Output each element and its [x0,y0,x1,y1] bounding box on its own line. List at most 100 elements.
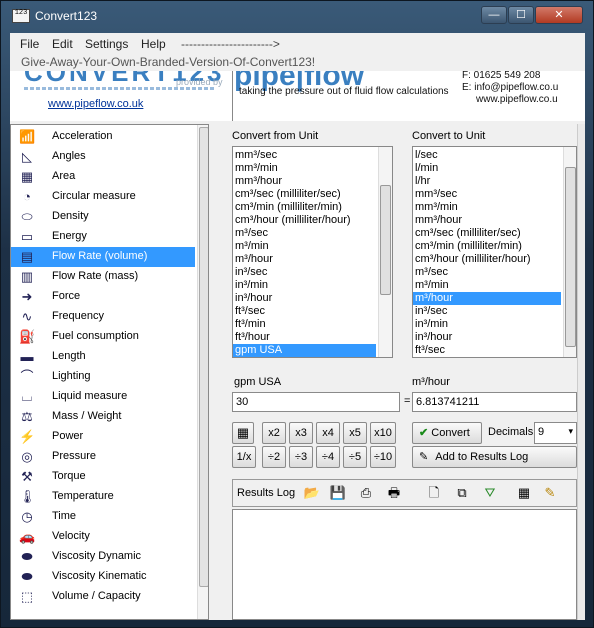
to-value-output[interactable]: 6.813741211 [412,392,577,412]
convert-button[interactable]: ✔ Convert [412,422,482,444]
decimals-select[interactable]: 9 ▾ [534,422,577,444]
multiply-button[interactable]: x10 [370,422,396,444]
menu-file[interactable]: File [20,37,39,51]
category-item[interactable]: ⬚ Volume / Capacity [11,587,195,607]
copy-icon[interactable]: ⧉ [451,483,473,503]
from-list-scroll-thumb[interactable] [380,185,391,295]
category-item[interactable]: ▤ Flow Rate (volume) [11,247,195,267]
unit-list-item[interactable]: cm³/sec (milliliter/sec) [413,227,561,240]
unit-list-item[interactable]: mm³/sec [413,188,561,201]
from-list-scrollbar[interactable] [378,147,392,357]
save-icon[interactable]: 💾 [327,483,349,503]
multiply-button[interactable]: x4 [316,422,340,444]
close-button[interactable]: ✕ [535,6,583,24]
category-item[interactable]: ▬ Length [11,347,195,367]
maximize-button[interactable]: ☐ [508,6,534,24]
category-item[interactable]: ▥ Flow Rate (mass) [11,267,195,287]
convert-to-list[interactable]: l/sec l/min l/hr mm³/sec mm³/min mm³/hour cm³/… [412,146,577,358]
unit-list-item[interactable]: cm³/hour (milliliter/hour) [413,253,561,266]
new-document-icon[interactable]: 🗋 [423,483,445,503]
unit-list-item[interactable]: m³/min [233,240,376,253]
category-scroll-thumb[interactable] [199,127,208,587]
unit-list-item[interactable]: m³/sec [413,266,561,279]
category-item[interactable]: ⬬ Viscosity Dynamic [11,547,195,567]
category-item[interactable]: ⚖ Mass / Weight [11,407,195,427]
divide-button[interactable]: ÷10 [370,446,396,468]
category-item[interactable]: ◎ Pressure [11,447,195,467]
clear-log-icon[interactable]: ⛛ [479,483,501,503]
results-log-area[interactable] [232,509,577,620]
unit-list-item[interactable]: mm³/min [233,162,376,175]
unit-list-item[interactable]: in³/sec [233,266,376,279]
minimize-button[interactable]: — [481,6,507,24]
category-item[interactable]: ⬬ Viscosity Kinematic [11,567,195,587]
unit-list-item[interactable]: m³/hour [413,292,561,305]
unit-list-item[interactable]: m³/sec [233,227,376,240]
multiply-button[interactable]: x3 [289,422,313,444]
unit-list-item[interactable]: cm³/hour (milliliter/hour) [233,214,376,227]
convert-from-list[interactable]: mm³/sec mm³/min mm³/hour cm³/sec (millilite… [232,146,393,358]
pipeflow-link[interactable]: www.pipeflow.co.uk [48,98,143,110]
category-item[interactable]: ⛽ Fuel consumption [11,327,195,347]
category-item[interactable]: 🌡 Temperature [11,487,195,507]
unit-list-item[interactable]: in³/hour [233,292,376,305]
edit-pencil-icon[interactable]: ✎ [539,483,561,503]
unit-list-item[interactable]: l/min [413,162,561,175]
print-preview-icon[interactable]: ⎙ [355,483,377,503]
unit-list-item[interactable]: mm³/hour [413,214,561,227]
category-item[interactable]: ⚡ Power [11,427,195,447]
unit-list-item[interactable]: in³/sec [413,305,561,318]
category-scrollbar[interactable] [197,125,208,619]
unit-list-item[interactable]: gpm USA [233,344,376,357]
category-item[interactable]: ▭ Energy [11,227,195,247]
unit-list-item[interactable]: l/sec [413,149,561,162]
category-item[interactable]: ➜ Force [11,287,195,307]
unit-list-item[interactable]: m³/hour [233,253,376,266]
unit-list-item[interactable]: ft³/min [233,318,376,331]
category-item[interactable]: 🚗 Velocity [11,527,195,547]
calculator-icon[interactable]: ▦ [513,483,535,503]
unit-list-item[interactable]: ft³/hour [233,331,376,344]
calculator-button[interactable]: ▦ [232,422,254,444]
unit-list-item[interactable]: cm³/min (milliliter/min) [413,240,561,253]
menu-edit[interactable]: Edit [52,37,73,51]
add-to-results-log-button[interactable]: ✎ Add to Results Log [412,446,577,468]
unit-list-item[interactable]: cm³/sec (milliliter/sec) [233,188,376,201]
multiply-button[interactable]: x2 [262,422,286,444]
unit-list-item[interactable]: l/hr [413,175,561,188]
divide-button[interactable]: ÷5 [343,446,367,468]
unit-list-item[interactable]: mm³/min [413,201,561,214]
category-item[interactable]: ⚒ Torque [11,467,195,487]
main-scrollbar[interactable] [577,124,585,620]
print-icon[interactable]: 🖶 [383,483,405,503]
category-item[interactable]: ◷ Time [11,507,195,527]
unit-list-item[interactable]: mm³/hour [233,175,376,188]
category-item[interactable]: ⌒ Lighting [11,367,195,387]
unit-list-item[interactable]: ft³/sec [413,344,561,357]
to-list-scrollbar[interactable] [563,147,576,357]
divide-button[interactable]: ÷2 [262,446,286,468]
open-folder-icon[interactable]: 📂 [301,483,323,503]
category-item[interactable]: ⬭ Density [11,207,195,227]
unit-list-item[interactable]: m³/min [413,279,561,292]
unit-list-item[interactable]: in³/hour [413,331,561,344]
category-item[interactable]: ◔ Circular measure [11,187,195,207]
category-item[interactable]: ◺ Angles [11,147,195,167]
from-value-input[interactable]: 30 [232,392,400,412]
divide-button[interactable]: 1/x [232,446,256,468]
unit-list-item[interactable]: in³/min [413,318,561,331]
category-item[interactable]: ∿ Frequency [11,307,195,327]
category-list[interactable]: 📶 Acceleration ◺ Angles ▦ Area ◔ Circular measu… [10,124,209,620]
category-item[interactable]: ⌴ Liquid measure [11,387,195,407]
unit-list-item[interactable]: in³/min [233,279,376,292]
menu-settings[interactable]: Settings [85,37,128,51]
menu-help[interactable]: Help [141,37,166,51]
title-bar[interactable]: 123 Convert123 — ☐ ✕ [1,1,593,31]
category-item[interactable]: 📶 Acceleration [11,127,195,147]
unit-list-item[interactable]: ft³/sec [233,305,376,318]
divide-button[interactable]: ÷3 [289,446,313,468]
to-list-scroll-thumb[interactable] [565,167,576,347]
multiply-button[interactable]: x5 [343,422,367,444]
divide-button[interactable]: ÷4 [316,446,340,468]
category-item[interactable]: ▦ Area [11,167,195,187]
